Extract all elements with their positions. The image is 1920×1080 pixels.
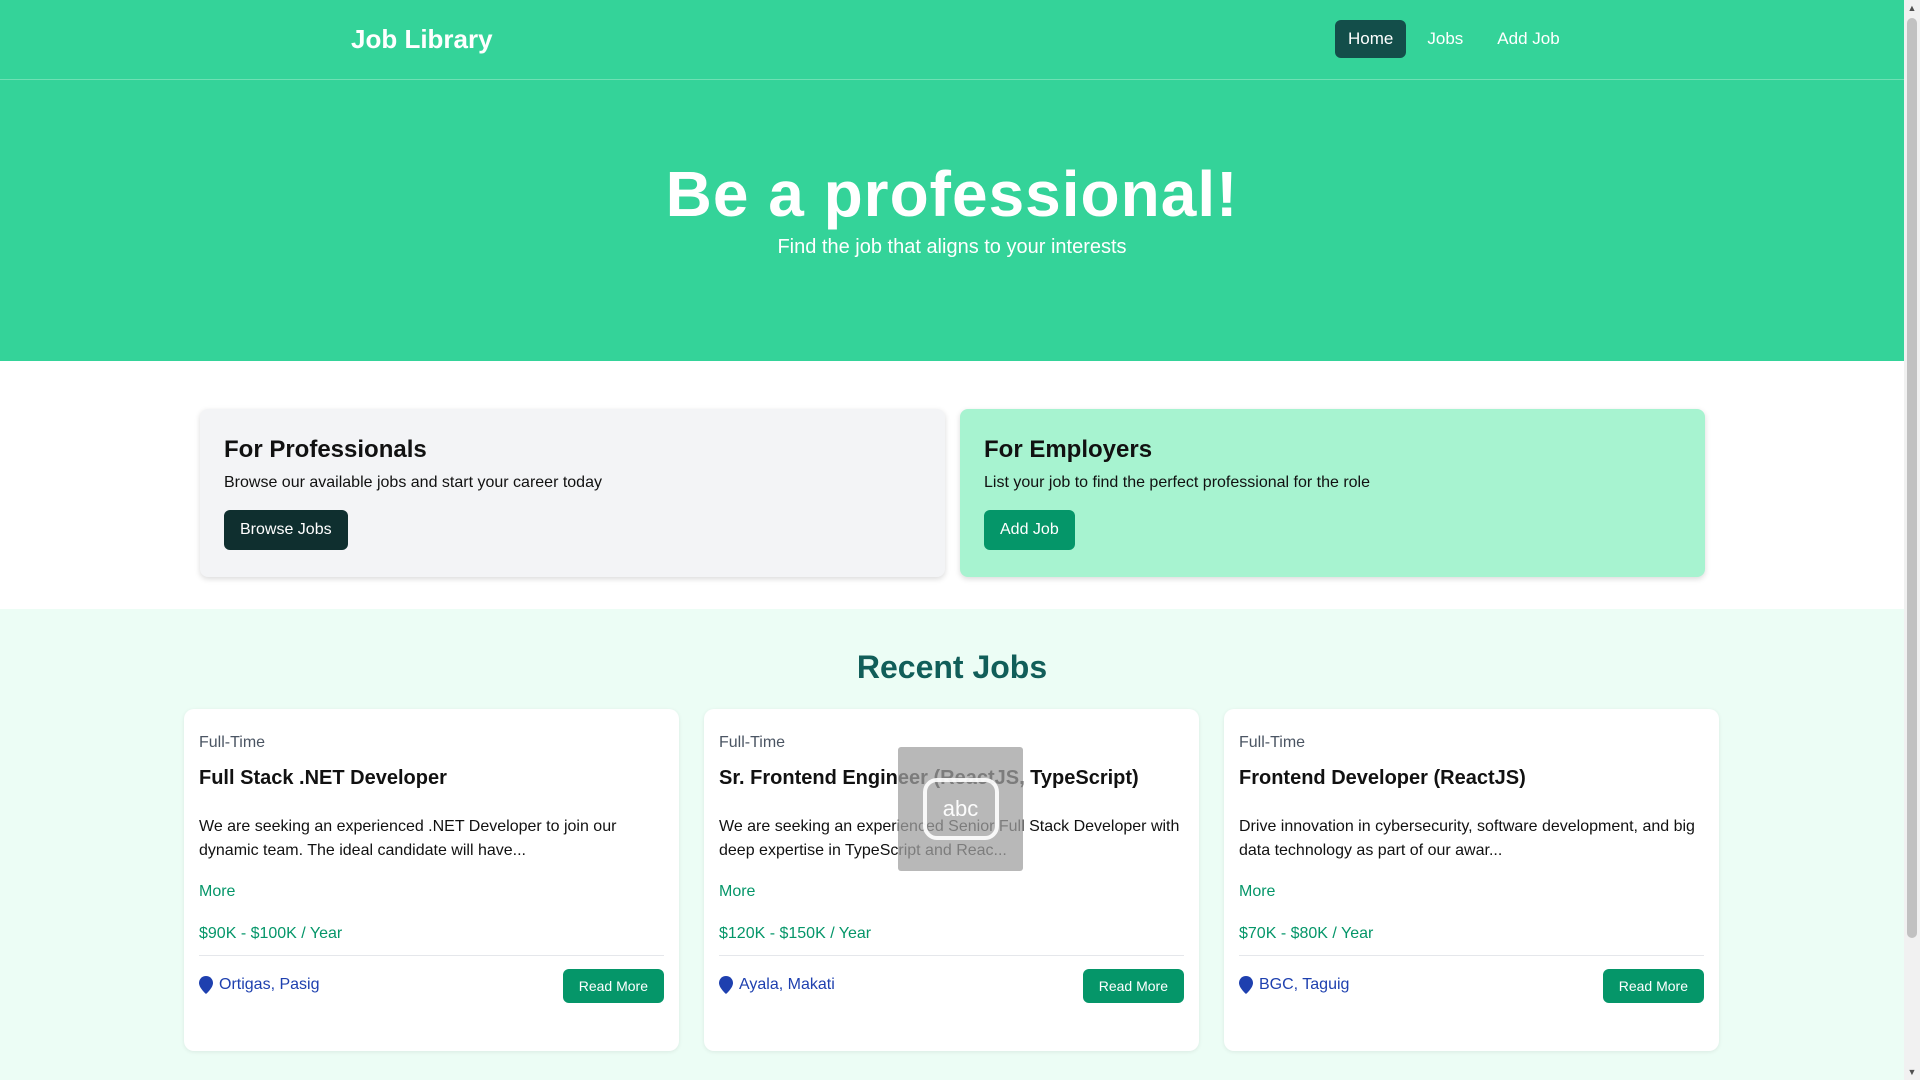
page: Job Library Home Jobs Add Job Be a profe… [0, 0, 1904, 1080]
scroll-down-icon[interactable]: ▼ [1907, 1067, 1917, 1077]
job-footer: Ortigas, Pasig Read More [199, 969, 664, 1003]
job-more-link[interactable]: More [719, 883, 1184, 901]
job-location: Ortigas, Pasig [199, 976, 319, 994]
professionals-card: For Professionals Browse our available j… [200, 409, 945, 577]
add-job-button[interactable]: Add Job [984, 510, 1075, 550]
job-footer: Ayala, Makati Read More [719, 969, 1184, 1003]
nav-jobs-link[interactable]: Jobs [1414, 20, 1476, 58]
job-title: Full Stack .NET Developer [199, 767, 447, 789]
job-title: Frontend Developer (ReactJS) [1239, 767, 1526, 789]
job-salary: $90K - $100K / Year [199, 925, 343, 942]
hero-title: Be a professional! [665, 158, 1239, 230]
recent-jobs-title: Recent Jobs [856, 649, 1048, 685]
read-more-button[interactable]: Read More [1602, 969, 1704, 1003]
job-type: Full-Time [199, 734, 266, 751]
scroll-up-icon[interactable]: ▲ [1907, 3, 1917, 13]
job-divider [719, 955, 1184, 956]
job-more-link[interactable]: More [1239, 883, 1704, 901]
browse-jobs-button[interactable]: Browse Jobs [224, 510, 348, 550]
scrollbar-thumb[interactable] [1907, 18, 1917, 938]
text-input-overlay[interactable]: abc [898, 747, 1023, 871]
job-location: Ayala, Makati [719, 976, 835, 994]
read-more-button[interactable]: Read More [562, 969, 664, 1003]
nav-add-job-link[interactable]: Add Job [1484, 20, 1572, 58]
job-divider [199, 955, 664, 956]
read-more-button[interactable]: Read More [1082, 969, 1184, 1003]
job-salary: $70K - $80K / Year [1239, 925, 1374, 942]
job-description: Drive innovation in cybersecurity, softw… [1239, 818, 1695, 859]
top-navbar: Job Library Home Jobs Add Job [0, 0, 1904, 80]
map-pin-icon [1239, 976, 1253, 994]
employers-card: For Employers List your job to find the … [960, 409, 1705, 577]
employers-text: List your job to find the perfect profes… [984, 474, 1370, 491]
job-location-text: Ayala, Makati [739, 976, 835, 993]
job-description: We are seeking an experienced .NET Devel… [199, 818, 617, 859]
job-footer: BGC, Taguig Read More [1239, 969, 1704, 1003]
job-type: Full-Time [1239, 734, 1306, 751]
keyboard-icon: abc [922, 778, 999, 840]
map-pin-icon [199, 976, 213, 994]
nav-links: Home Jobs Add Job [1335, 20, 1573, 58]
job-card: Full-Time Full Stack .NET Developer We a… [184, 709, 679, 1051]
nav-home-link[interactable]: Home [1335, 20, 1407, 58]
employers-title: For Employers [984, 436, 1153, 463]
professionals-title: For Professionals [224, 436, 427, 463]
job-location-text: Ortigas, Pasig [219, 976, 320, 993]
job-card: Full-Time Frontend Developer (ReactJS) D… [1224, 709, 1719, 1051]
map-pin-icon [719, 976, 733, 994]
job-location-text: BGC, Taguig [1259, 976, 1350, 993]
professionals-text: Browse our available jobs and start your… [224, 474, 602, 491]
brand-logo[interactable]: Job Library [351, 24, 493, 55]
job-location: BGC, Taguig [1239, 976, 1349, 994]
hero-subtitle: Find the job that aligns to your interes… [777, 236, 1127, 258]
hero-section: Be a professional! Find the job that ali… [0, 80, 1904, 361]
audience-cards: For Professionals Browse our available j… [0, 361, 1904, 609]
vertical-scrollbar[interactable]: ▲ ▼ [1904, 0, 1920, 1080]
job-more-link[interactable]: More [199, 883, 664, 901]
job-divider [1239, 955, 1704, 956]
job-salary: $120K - $150K / Year [719, 925, 872, 942]
